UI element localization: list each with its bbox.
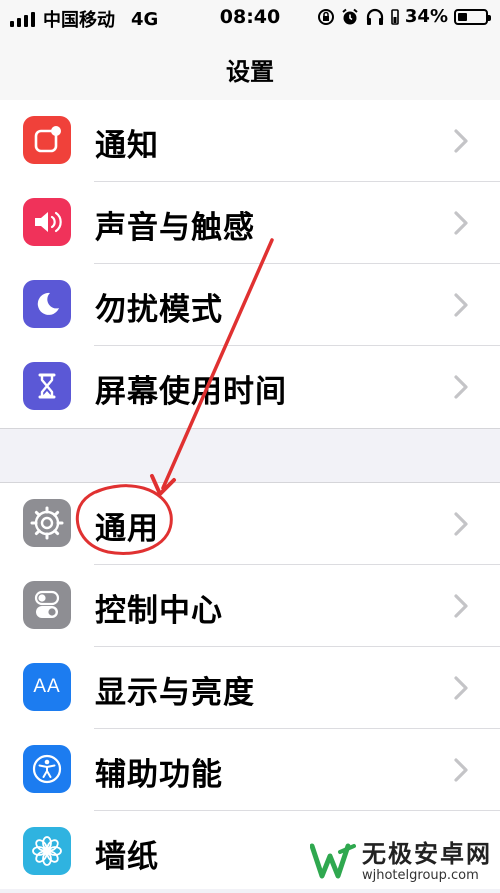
settings-row-sounds[interactable]: 声音与触感	[0, 182, 500, 264]
chevron-right-icon	[454, 211, 468, 235]
settings-row-label: 屏幕使用时间	[95, 374, 287, 410]
speaker-icon	[23, 198, 71, 246]
watermark-logo-icon	[310, 843, 356, 879]
toggles-icon	[23, 581, 71, 629]
alarm-icon	[342, 8, 358, 24]
status-right: 34%	[317, 6, 491, 27]
settings-row-label: 辅助功能	[95, 757, 223, 793]
chevron-right-icon	[454, 676, 468, 700]
flower-icon	[23, 827, 71, 875]
headphones-icon	[366, 8, 384, 25]
settings-row-accessibility[interactable]: 辅助功能	[0, 729, 500, 811]
settings-group-2: 通用 控制中心 AA 显示与亮度 辅助功能 墙纸	[0, 482, 500, 889]
page-title: 设置	[226, 58, 274, 86]
rotation-lock-icon	[317, 8, 334, 25]
settings-row-control-center[interactable]: 控制中心	[0, 565, 500, 647]
notifications-icon	[23, 116, 71, 164]
accessibility-icon	[23, 745, 71, 793]
chevron-right-icon	[454, 129, 468, 153]
battery-icon	[454, 8, 491, 25]
charging-indicator-icon	[391, 8, 399, 25]
watermark-url: wjhotelgroup.com	[362, 868, 479, 883]
navigation-bar: 设置	[0, 34, 500, 101]
settings-row-display[interactable]: AA 显示与亮度	[0, 647, 500, 729]
gear-icon	[23, 499, 71, 547]
settings-row-notifications[interactable]: 通知	[0, 100, 500, 182]
settings-row-label: 声音与触感	[95, 210, 255, 246]
settings-row-label: 显示与亮度	[95, 675, 255, 711]
text-size-icon-glyph: AA	[33, 676, 61, 697]
moon-icon	[23, 280, 71, 328]
settings-group-1: 通知 声音与触感 勿扰模式 屏幕使用时间	[0, 100, 500, 429]
hourglass-icon	[23, 362, 71, 410]
settings-row-label: 通用	[95, 511, 159, 547]
chevron-right-icon	[454, 512, 468, 536]
settings-row-label: 勿扰模式	[95, 292, 223, 328]
chevron-right-icon	[454, 375, 468, 399]
settings-row-general[interactable]: 通用	[0, 483, 500, 565]
battery-level	[458, 12, 467, 21]
watermark: 无极安卓网 wjhotelgroup.com	[310, 842, 492, 882]
settings-row-do-not-disturb[interactable]: 勿扰模式	[0, 264, 500, 346]
chevron-right-icon	[454, 293, 468, 317]
settings-row-label: 墙纸	[95, 839, 159, 875]
settings-row-label: 通知	[95, 128, 159, 164]
battery-percent: 34%	[404, 6, 448, 27]
chevron-right-icon	[454, 594, 468, 618]
watermark-title: 无极安卓网	[362, 840, 492, 868]
settings-row-screen-time[interactable]: 屏幕使用时间	[0, 346, 500, 428]
settings-row-label: 控制中心	[95, 593, 223, 629]
chevron-right-icon	[454, 758, 468, 782]
status-bar: 中国移动 4G 08:40 34%	[0, 0, 500, 34]
text-size-icon: AA	[23, 663, 71, 711]
